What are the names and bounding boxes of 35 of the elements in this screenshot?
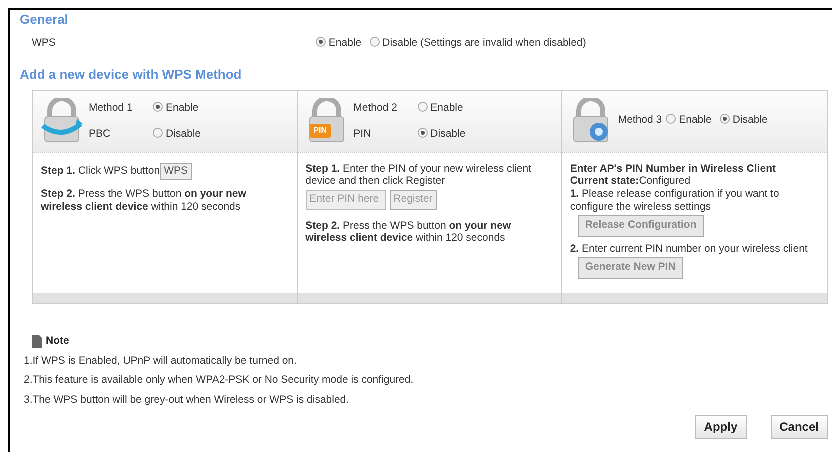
instruction-text: Step 2. Press the WPS button on your new wireless client device within 120 seconds [306,220,512,244]
radio-option[interactable]: Disable [418,121,466,148]
radio-option[interactable]: Disable [720,113,768,130]
note-text: 2.This feature is available only when WPA2-PSK or No Security mode is configured. [24,373,415,388]
method-title: Method 1 [89,101,134,116]
note-text: 3.The WPS button will be grey-out when Wireless or WPS is disabled. [24,393,350,408]
instruction-text: Current state:Configured [570,175,692,188]
action-button[interactable]: Cancel [770,414,828,439]
radio-option[interactable]: Disable [153,121,202,148]
note-title: Note [46,334,70,349]
instruction-text: Enter AP's PIN Number in Wireless Client [570,162,777,176]
document-icon [32,335,42,348]
instruction-text: Step 2. Press the WPS button on your new wireless client device within 120 seconds [41,188,246,213]
method-type: PBC [89,127,112,142]
instruction-text: 1. Please release configuration if you want to configure the wireless settings [570,188,780,214]
radio-option[interactable]: Disable (Settings are invalid when disabled) [370,36,586,52]
pin-input-field[interactable]: Enter PIN here [306,190,386,210]
section-heading: Add a new device with WPS Method [20,66,243,84]
instruction-text: 2. Enter current PIN number on your wireless client [570,242,809,256]
section-heading: General [20,11,70,29]
wps-button[interactable]: WPS [160,162,192,180]
instruction-text: Step 1. Click WPS button [41,164,160,177]
action-button[interactable]: Apply [695,414,747,439]
field-label: WPS [32,36,56,50]
radio-option[interactable]: Enable [418,95,464,122]
method-title: Method 3 [618,113,662,128]
method-title: Method 2 [354,101,398,116]
note-text: 1.If WPS is Enabled, UPnP will automatically be turned on. [24,354,298,368]
method-type: PIN [354,127,372,142]
lock-arrow-icon [41,98,83,144]
pin-badge: PIN [310,124,331,138]
instruction-text: Step 1. Enter the PIN of your new wireless client device and then click Register [306,162,533,188]
radio-option[interactable]: Enable [316,36,362,52]
radio-option[interactable]: Enable [153,95,199,122]
radio-option[interactable]: Enable [666,113,712,130]
